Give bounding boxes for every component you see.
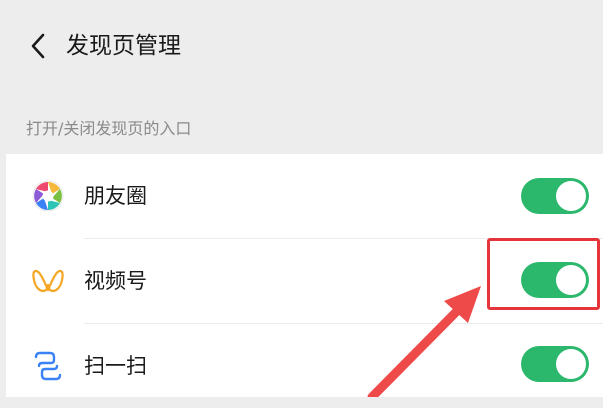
annotation-arrow-icon [367, 286, 481, 397]
